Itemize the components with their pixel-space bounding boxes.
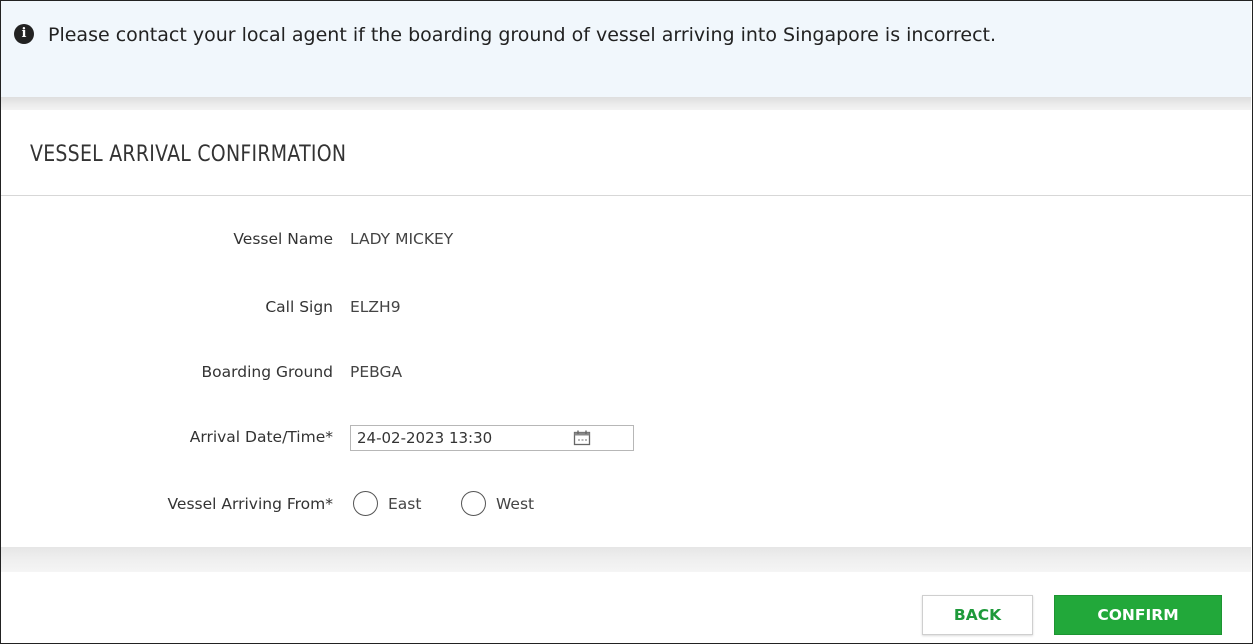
confirm-button[interactable]: CONFIRM — [1054, 595, 1222, 635]
radio-east-label[interactable]: East — [388, 489, 421, 519]
radio-west[interactable] — [461, 491, 486, 516]
calendar-icon[interactable] — [573, 430, 591, 446]
title-divider — [1, 195, 1251, 196]
call-sign-value: ELZH9 — [350, 298, 401, 316]
back-button[interactable]: BACK — [922, 595, 1033, 635]
arrival-datetime-label: Arrival Date/Time* — [189, 428, 333, 446]
notice-banner: i Please contact your local agent if the… — [1, 1, 1251, 97]
radio-east[interactable] — [353, 491, 378, 516]
arriving-from-row: Vessel Arriving From* East West — [0, 489, 1250, 519]
vessel-name-row: Vessel Name LADY MICKEY — [0, 224, 1250, 254]
vessel-name-value: LADY MICKEY — [350, 230, 454, 248]
boarding-ground-row: Boarding Ground PEBGA — [0, 357, 1250, 387]
boarding-ground-value: PEBGA — [350, 363, 403, 381]
boarding-ground-label: Boarding Ground — [201, 363, 333, 381]
separator-band — [1, 97, 1251, 110]
call-sign-row: Call Sign ELZH9 — [0, 292, 1250, 322]
vessel-name-label: Vessel Name — [233, 230, 333, 248]
arrival-datetime-input[interactable]: 24-02-2023 13:30 — [350, 425, 634, 451]
arriving-from-label: Vessel Arriving From* — [167, 495, 333, 513]
arrival-datetime-row: Arrival Date/Time* 24-02-2023 13:30 — [0, 422, 1250, 452]
radio-west-label[interactable]: West — [496, 489, 534, 519]
footer-separator-band — [1, 547, 1251, 572]
notice-text: Please contact your local agent if the b… — [48, 24, 997, 46]
page-title: VESSEL ARRIVAL CONFIRMATION — [30, 142, 347, 167]
arrival-datetime-value: 24-02-2023 13:30 — [357, 429, 493, 447]
call-sign-label: Call Sign — [265, 298, 333, 316]
